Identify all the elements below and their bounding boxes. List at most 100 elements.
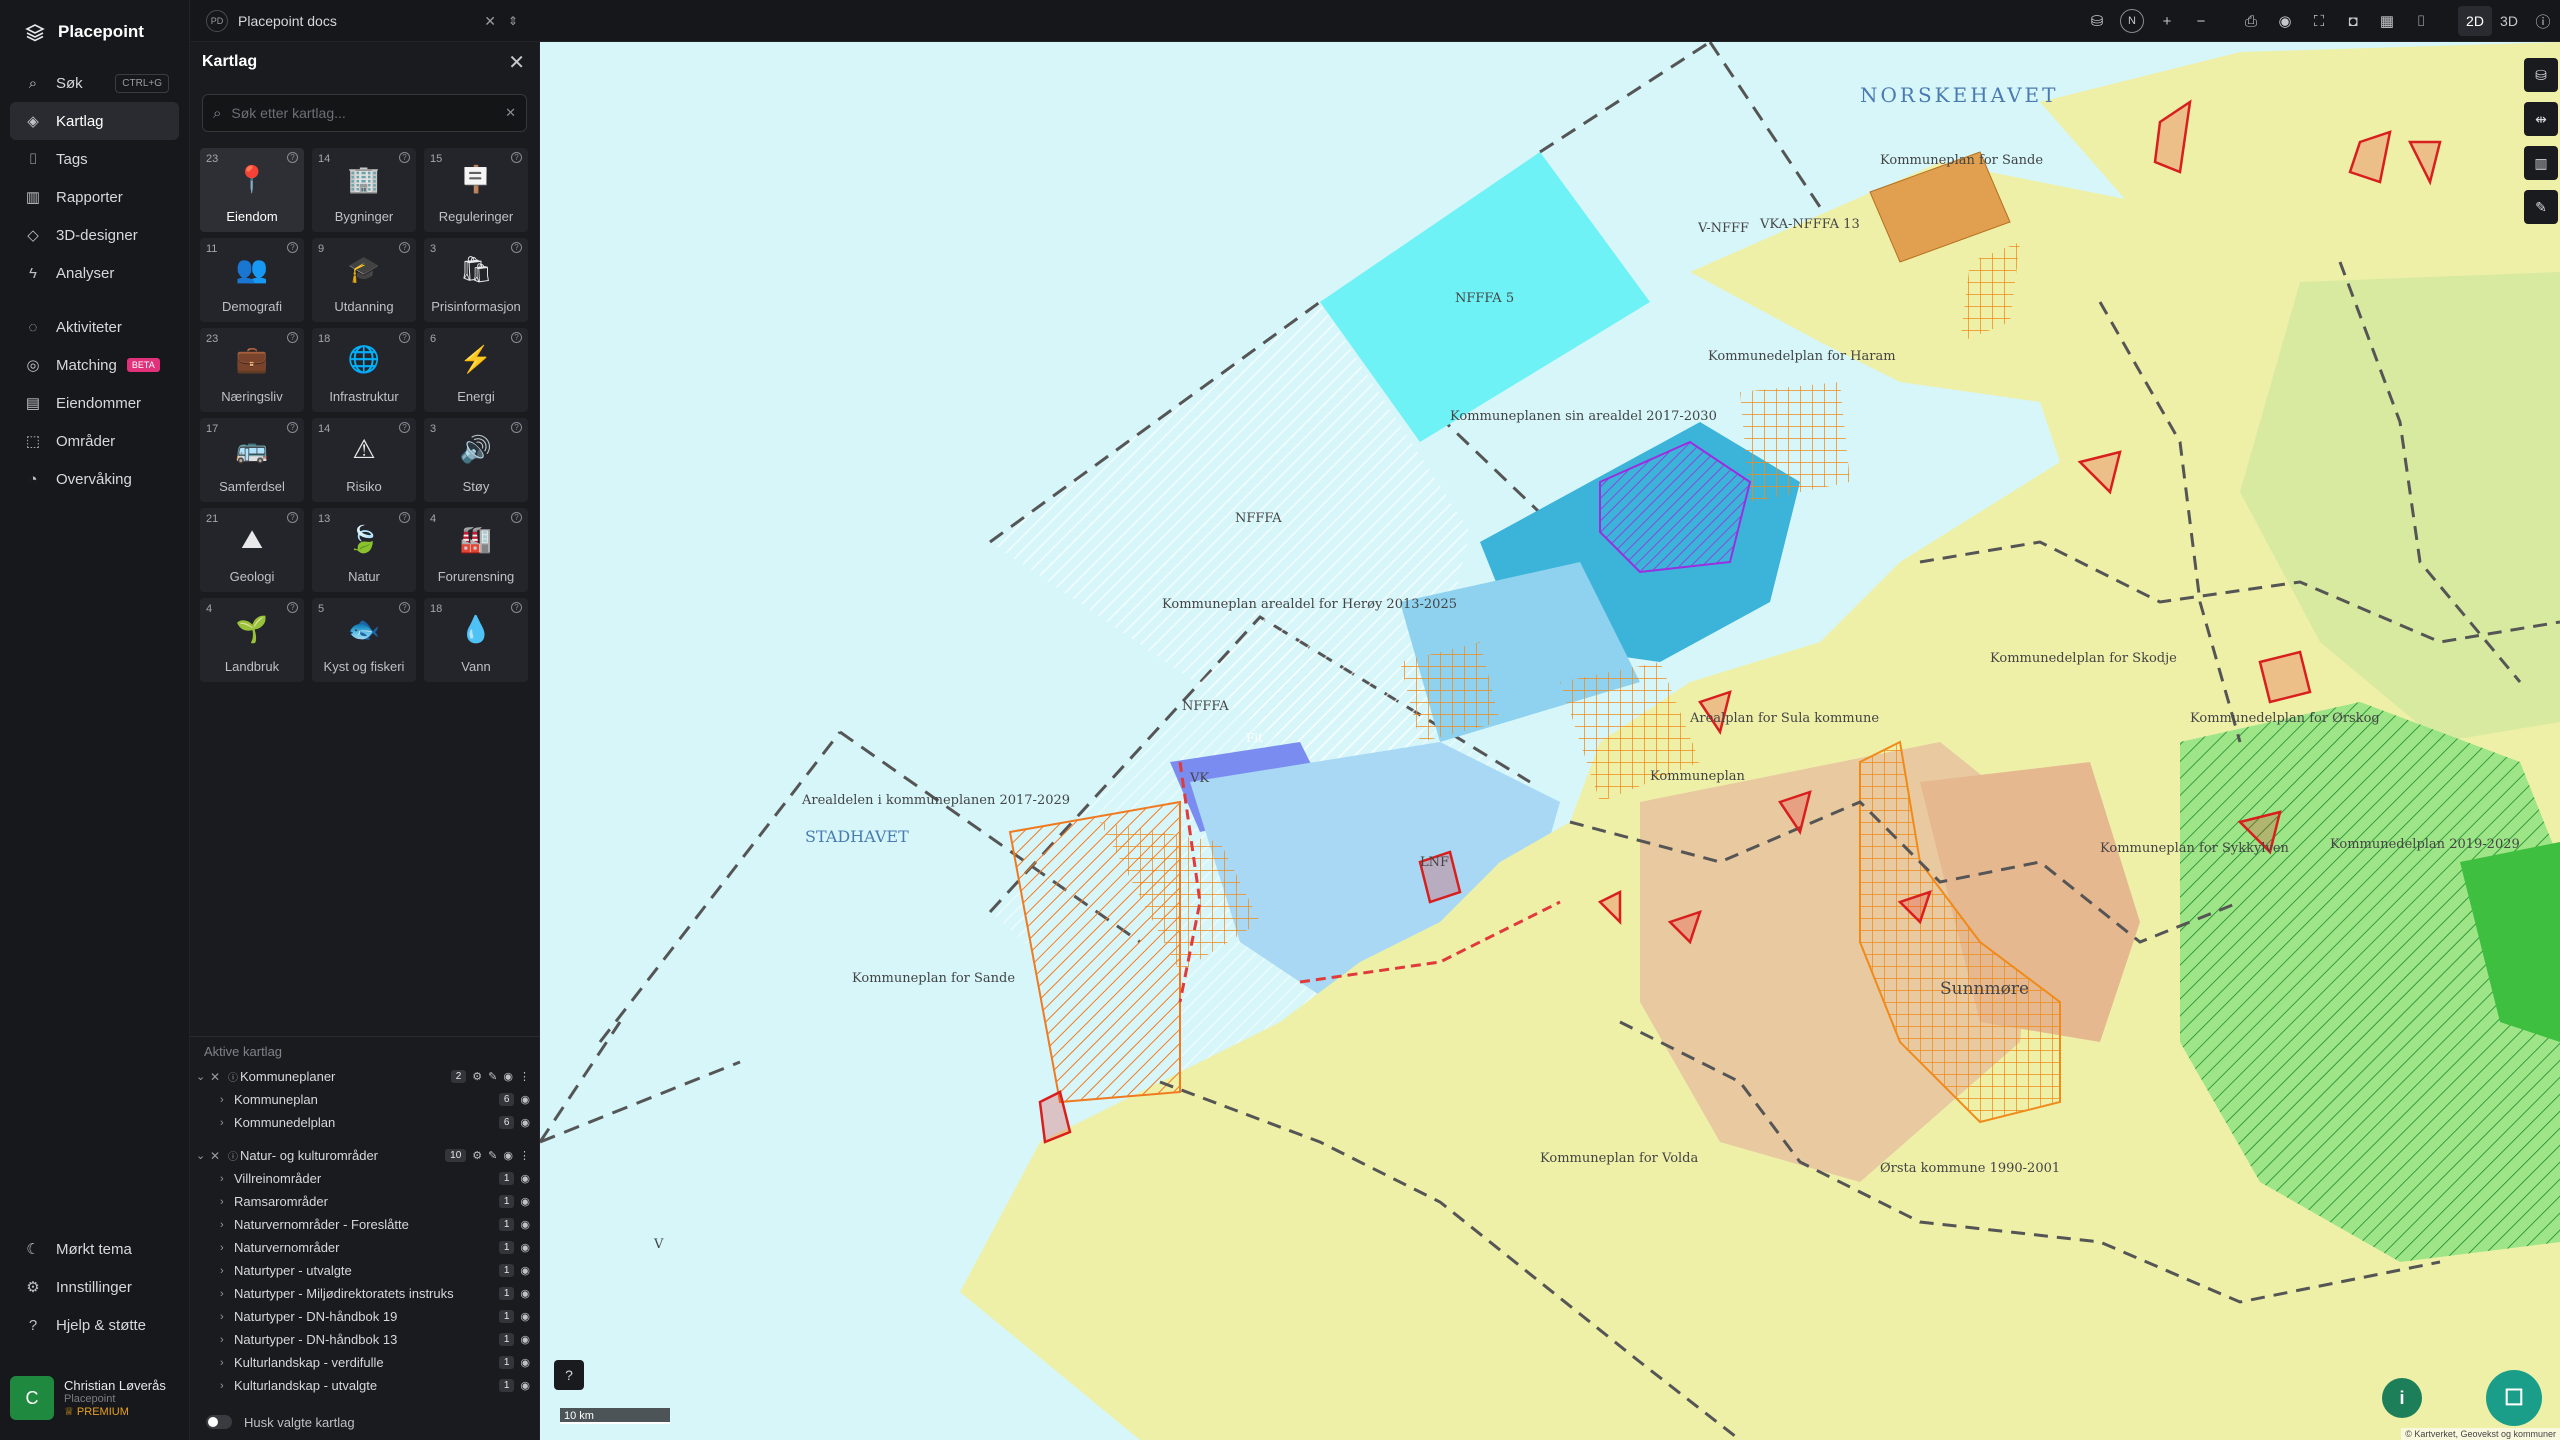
print-icon[interactable]: ⎙ bbox=[2234, 6, 2268, 36]
nav-item-settings[interactable]: ⚙ Innstillinger bbox=[10, 1268, 180, 1306]
visibility-icon[interactable]: ◉ bbox=[520, 1310, 530, 1323]
chevron-right-icon[interactable]: › bbox=[220, 1219, 234, 1231]
measure-icon[interactable]: ⇹ bbox=[2524, 102, 2558, 136]
chart-icon[interactable]: ▥ bbox=[2524, 146, 2558, 180]
info-fab-icon[interactable]: i bbox=[2382, 1378, 2422, 1418]
remove-group-icon[interactable]: ✕ bbox=[210, 1070, 224, 1084]
close-panel-icon[interactable]: ✕ bbox=[508, 50, 525, 75]
layer-row[interactable]: › Kulturlandskap - utvalgte 1 ◉ bbox=[190, 1374, 540, 1397]
chevron-right-icon[interactable]: › bbox=[220, 1173, 234, 1185]
map-svg[interactable]: NORSKEHAVET STADHAVET NFFFA 5 NFFFA NFFF… bbox=[540, 42, 2560, 1440]
edit-icon[interactable]: ✎ bbox=[488, 1149, 497, 1162]
layer-search-input[interactable] bbox=[231, 105, 506, 121]
legend-button-icon[interactable]: ? bbox=[554, 1360, 584, 1390]
zoom-in-icon[interactable]: + bbox=[2150, 6, 2184, 36]
nav-item-dark-theme[interactable]: ☾ Mørkt tema bbox=[10, 1230, 180, 1268]
toggle-switch[interactable] bbox=[206, 1415, 232, 1429]
chevron-right-icon[interactable]: › bbox=[220, 1265, 234, 1277]
remove-group-icon[interactable]: ✕ bbox=[210, 1149, 224, 1163]
category-tile-landbruk[interactable]: 4? 🌱 Landbruk bbox=[200, 598, 304, 682]
chevron-right-icon[interactable]: › bbox=[220, 1311, 234, 1323]
layer-row[interactable]: › Kommunedelplan 6 ◉ bbox=[190, 1111, 540, 1134]
info-icon[interactable]: ⓘ bbox=[2526, 6, 2560, 36]
layer-row[interactable]: › Naturtyper - DN-håndbok 13 1 ◉ bbox=[190, 1328, 540, 1351]
info-icon[interactable]: ⓘ bbox=[228, 1148, 240, 1163]
layer-row[interactable]: › Naturtyper - DN-håndbok 19 1 ◉ bbox=[190, 1305, 540, 1328]
layer-group-row[interactable]: ⌄ ✕ ⓘ Kommuneplaner 2 ⚙ ✎ ◉ ⋮ bbox=[190, 1065, 540, 1088]
chevron-down-icon[interactable]: ⌄ bbox=[196, 1070, 210, 1083]
category-tile-infrastruktur[interactable]: 18? 🌐 Infrastruktur bbox=[312, 328, 416, 412]
chevron-right-icon[interactable]: › bbox=[220, 1094, 234, 1106]
layer-group-row[interactable]: ⌄ ✕ ⓘ Natur- og kulturområder 10 ⚙ ✎ ◉ ⋮ bbox=[190, 1144, 540, 1167]
category-tile-utdanning[interactable]: 9? 🎓 Utdanning bbox=[312, 238, 416, 322]
chat-support-icon[interactable]: ☐ bbox=[2486, 1370, 2542, 1426]
view-2d-button[interactable]: 2D bbox=[2458, 6, 2492, 36]
visibility-icon[interactable]: ◉ bbox=[520, 1195, 530, 1208]
category-tile-samferdsel[interactable]: 17? 🚌 Samferdsel bbox=[200, 418, 304, 502]
nav-item-3d-designer[interactable]: ◇ 3D-designer bbox=[10, 216, 179, 254]
nav-item-analyses[interactable]: ϟ Analyser bbox=[10, 254, 179, 292]
camera-icon[interactable]: ◘ bbox=[2336, 6, 2370, 36]
nav-item-search[interactable]: ⌕ Søk CTRL+G bbox=[10, 64, 179, 102]
category-tile-støy[interactable]: 3? 🔊 Støy bbox=[424, 418, 528, 502]
category-tile-næringsliv[interactable]: 23? 💼 Næringsliv bbox=[200, 328, 304, 412]
close-doc-icon[interactable]: ✕ bbox=[484, 13, 496, 30]
visibility-icon[interactable]: ◉ bbox=[520, 1172, 530, 1185]
fullscreen-icon[interactable]: ⛶ bbox=[2302, 6, 2336, 36]
category-tile-eiendom[interactable]: 23? 📍 Eiendom bbox=[200, 148, 304, 232]
visibility-icon[interactable]: ◉ bbox=[520, 1356, 530, 1369]
nav-item-tags[interactable]: ⌷ Tags bbox=[10, 140, 179, 178]
visibility-icon[interactable]: ◉ bbox=[520, 1093, 530, 1106]
chevron-right-icon[interactable]: › bbox=[220, 1334, 234, 1346]
bookmark-icon[interactable]: ⌷ bbox=[2404, 6, 2438, 36]
settings-icon[interactable]: ⚙ bbox=[472, 1149, 482, 1162]
visibility-icon[interactable]: ◉ bbox=[520, 1287, 530, 1300]
nav-item-help[interactable]: ? Hjelp & støtte bbox=[10, 1306, 180, 1344]
category-tile-prisinformasjon[interactable]: 3? 🛍 Prisinformasjon bbox=[424, 238, 528, 322]
layer-row[interactable]: › Naturvernområder 1 ◉ bbox=[190, 1236, 540, 1259]
chevron-right-icon[interactable]: › bbox=[220, 1357, 234, 1369]
map-layers-control-icon[interactable]: ⛁ bbox=[2524, 58, 2558, 92]
layers-stack-icon[interactable]: ⛁ bbox=[2080, 6, 2114, 36]
chevron-right-icon[interactable]: › bbox=[220, 1380, 234, 1392]
nav-item-matching[interactable]: ◎ Matching BETA bbox=[10, 346, 179, 384]
settings-icon[interactable]: ⚙ bbox=[472, 1070, 482, 1083]
category-tile-natur[interactable]: 13? 🍃 Natur bbox=[312, 508, 416, 592]
more-icon[interactable]: ⋮ bbox=[519, 1070, 530, 1083]
category-tile-reguleringer[interactable]: 15? 🪧 Reguleringer bbox=[424, 148, 528, 232]
visibility-icon[interactable]: ◉ bbox=[503, 1149, 513, 1162]
nav-item-reports[interactable]: ▥ Rapporter bbox=[10, 178, 179, 216]
remember-layers-toggle[interactable]: Husk valgte kartlag bbox=[206, 1410, 355, 1434]
nav-item-properties[interactable]: ▤ Eiendommer bbox=[10, 384, 179, 422]
visibility-icon[interactable]: ◉ bbox=[520, 1218, 530, 1231]
layer-row[interactable]: › Villreinområder 1 ◉ bbox=[190, 1167, 540, 1190]
chevron-right-icon[interactable]: › bbox=[220, 1196, 234, 1208]
draw-tool-icon[interactable]: ✎ bbox=[2524, 190, 2558, 224]
layer-row[interactable]: › Naturtyper - utvalgte 1 ◉ bbox=[190, 1259, 540, 1282]
category-tile-risiko[interactable]: 14? ⚠ Risiko bbox=[312, 418, 416, 502]
nav-item-layers[interactable]: ◈ Kartlag bbox=[10, 102, 179, 140]
nav-item-areas[interactable]: ⬚ Områder bbox=[10, 422, 179, 460]
chevron-right-icon[interactable]: › bbox=[220, 1288, 234, 1300]
map-canvas[interactable]: NORSKEHAVET STADHAVET NFFFA 5 NFFFA NFFF… bbox=[540, 42, 2560, 1440]
visibility-icon[interactable]: ◉ bbox=[503, 1070, 513, 1083]
more-icon[interactable]: ⋮ bbox=[519, 1149, 530, 1162]
layer-row[interactable]: › Ramsarområder 1 ◉ bbox=[190, 1190, 540, 1213]
info-icon[interactable]: ⓘ bbox=[228, 1069, 240, 1084]
visibility-icon[interactable]: ◉ bbox=[520, 1116, 530, 1129]
category-tile-vann[interactable]: 18? 💧 Vann bbox=[424, 598, 528, 682]
category-tile-demografi[interactable]: 11? 👥 Demografi bbox=[200, 238, 304, 322]
zoom-out-icon[interactable]: − bbox=[2184, 6, 2218, 36]
layer-row[interactable]: › Naturvernområder - Foreslåtte 1 ◉ bbox=[190, 1213, 540, 1236]
category-tile-kyst-og-fiskeri[interactable]: 5? 🐟 Kyst og fiskeri bbox=[312, 598, 416, 682]
user-profile[interactable]: C Christian Løverås Placepoint ♕ PREMIUM bbox=[10, 1370, 180, 1426]
chevron-right-icon[interactable]: › bbox=[220, 1117, 234, 1129]
compass-icon[interactable]: N bbox=[2120, 9, 2144, 33]
category-tile-forurensning[interactable]: 4? 🏭 Forurensning bbox=[424, 508, 528, 592]
layer-row[interactable]: › Kulturlandskap - verdifulle 1 ◉ bbox=[190, 1351, 540, 1374]
layer-row[interactable]: › Kommuneplan 6 ◉ bbox=[190, 1088, 540, 1111]
eye-icon[interactable]: ◉ bbox=[2268, 6, 2302, 36]
category-tile-geologi[interactable]: 21? ⛰ Geologi bbox=[200, 508, 304, 592]
brand[interactable]: Placepoint bbox=[0, 0, 189, 64]
switch-doc-icon[interactable]: ⇕ bbox=[508, 14, 518, 28]
